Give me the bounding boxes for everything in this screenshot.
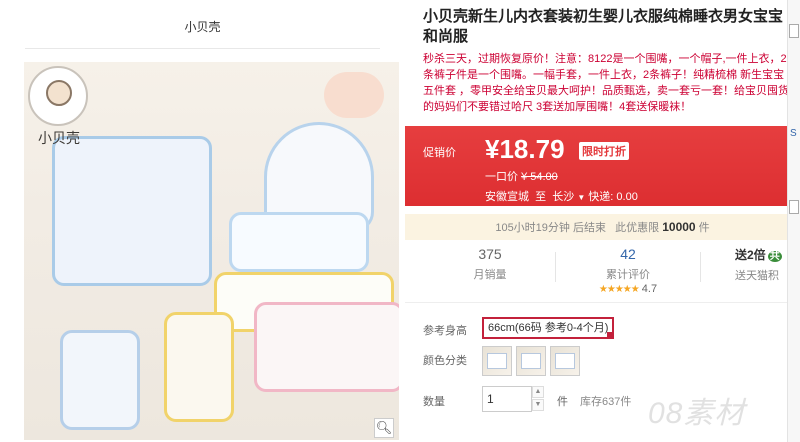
sales-count: 375 [478, 246, 502, 262]
discount-badge: 限时打折 [579, 142, 629, 160]
watermark: 08素材 [648, 397, 746, 430]
product-gallery: 小贝壳 小贝壳 🔍︎ [0, 0, 405, 442]
price-label: 促销价 [423, 147, 456, 159]
promo-price: ¥18.79 [485, 134, 565, 164]
quantity-input[interactable]: 1 [482, 386, 532, 412]
color-label: 颜色分类 [423, 355, 467, 367]
color-swatch[interactable] [550, 346, 580, 376]
product-title: 小贝壳新生儿内衣套装初生婴儿衣服纯棉睡衣男女宝宝 [423, 8, 784, 25]
swatch-thumb [521, 353, 541, 369]
garment-shape [52, 136, 212, 286]
garment-shape [60, 330, 140, 430]
shop-logo [28, 66, 88, 126]
original-price-label: 一口价 [485, 171, 518, 183]
stats-row: 375 月销量 42 累计评价 ★★★★★ 4.7 送2倍共 送天猫积 [405, 246, 800, 296]
total-reviews[interactable]: 42 累计评价 ★★★★★ 4.7 [563, 246, 693, 295]
limit-text: 此优惠限 [615, 222, 660, 234]
color-swatch[interactable] [482, 346, 512, 376]
countdown-bar: 105小时19分钟 后结束 此优惠限 10000 件 [405, 214, 800, 240]
limit-unit: 件 [698, 222, 710, 234]
ship-fee: 快递: 0.00 [588, 191, 638, 203]
divider [555, 252, 556, 282]
countdown-time: 105小时19分钟 [495, 222, 570, 234]
size-option-text: 66cm(66码 参考0-4个月) [488, 322, 609, 334]
original-price-row: 一口价 ¥ 54.00 [485, 168, 558, 184]
original-price: ¥ 54.00 [521, 171, 558, 183]
product-details: 小贝壳新生儿内衣套装初生婴儿衣服纯棉睡衣男女宝宝 和尚服 秒杀三天，过期恢复原价… [405, 0, 800, 442]
selected-check-icon [607, 332, 615, 339]
divider [25, 48, 380, 49]
rating-value: 4.7 [641, 283, 658, 295]
edge-letter: S [790, 128, 797, 139]
ship-to-prefix: 至 [535, 191, 547, 203]
size-option-selected[interactable]: 66cm(66码 参考0-4个月) [482, 317, 615, 339]
garment-shape [254, 302, 399, 392]
side-panel-edge: S [787, 0, 800, 442]
garment-shape [229, 212, 369, 272]
review-label: 累计评价 [606, 269, 650, 281]
points-badge: 共 [767, 251, 782, 262]
product-main-image[interactable]: 小贝壳 🔍︎ [24, 62, 399, 440]
countdown-end: 后结束 [572, 222, 606, 234]
scroll-button[interactable] [789, 200, 799, 214]
ship-from: 安徽宣城 [485, 191, 529, 203]
ship-to-select[interactable]: 长沙 [552, 191, 574, 203]
limit-count: 10000 [662, 220, 696, 234]
swatch-thumb [555, 353, 575, 369]
divider [405, 302, 800, 303]
review-count[interactable]: 42 [563, 246, 693, 262]
points-text: 送2倍 [735, 248, 766, 262]
search-icon[interactable]: 🔍︎ [374, 418, 394, 438]
shop-name[interactable]: 小贝壳 [0, 18, 405, 35]
rating-row: ★★★★★ 4.7 [563, 283, 693, 295]
scroll-button[interactable] [789, 24, 799, 38]
price-panel: 促销价 ¥18.79 限时打折 一口价 ¥ 54.00 安徽宣城 至 长沙 ▼ … [405, 126, 800, 206]
size-label: 参考身高 [423, 325, 467, 337]
product-description: 秒杀三天，过期恢复原价！注意：8122是一个围嘴，一个帽子,一件上衣，2条裤子件… [423, 53, 790, 113]
arrow-up-icon[interactable]: ▲ [532, 386, 544, 398]
divider [700, 252, 701, 282]
swatch-thumb [487, 353, 507, 369]
qty-label: 数量 [423, 396, 445, 408]
garment-shape [164, 312, 234, 422]
qty-unit: 件 [557, 396, 568, 408]
stock-count: 库存637件 [580, 396, 632, 408]
garment-shape [324, 72, 384, 118]
chevron-down-icon[interactable]: ▼ [577, 193, 585, 202]
product-title-continued: 和尚服 [423, 28, 469, 45]
color-swatch[interactable] [516, 346, 546, 376]
logo-text: 小贝壳 [38, 130, 80, 146]
star-rating-icon: ★★★★★ [598, 284, 640, 295]
arrow-down-icon[interactable]: ▼ [532, 399, 544, 411]
monthly-sales: 375 月销量 [425, 246, 555, 282]
sales-label: 月销量 [473, 269, 507, 281]
points-reward: 送2倍共 送天猫积 [705, 246, 800, 283]
logo-face-icon [46, 80, 72, 106]
shipping-row: 安徽宣城 至 长沙 ▼ 快递: 0.00 [485, 188, 638, 204]
